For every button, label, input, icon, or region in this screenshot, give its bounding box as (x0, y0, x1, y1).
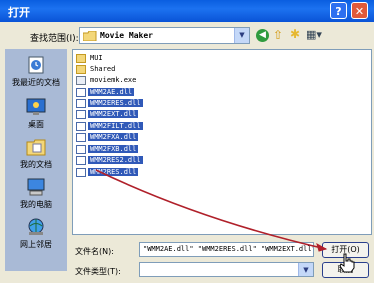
chevron-down-icon[interactable]: ▼ (298, 263, 313, 276)
list-item[interactable]: WMM2RES.dll (76, 167, 139, 178)
file-name: WMM2EXT.dll (88, 110, 139, 118)
file-name: WMM2RES.dll (88, 168, 139, 176)
dll-file-icon (76, 98, 86, 108)
file-name: moviemk.exe (90, 76, 137, 84)
look-in-dropdown[interactable]: Movie Maker ▼ (79, 27, 250, 44)
my-computer-icon (27, 178, 45, 196)
list-item[interactable]: WMM2FXB.dll (76, 144, 139, 155)
place-my-computer[interactable]: 我的电脑 (5, 177, 67, 210)
list-item[interactable]: Shared (76, 64, 117, 75)
place-label: 桌面 (28, 120, 44, 129)
file-list[interactable]: MUI Shared moviemk.exe WMM2AE.dll WMM2ER… (72, 49, 372, 235)
list-item[interactable]: moviemk.exe (76, 75, 138, 86)
list-item[interactable]: WMM2EXT.dll (76, 109, 139, 120)
place-label: 网上邻居 (20, 240, 52, 249)
title-bar[interactable]: 打开 ? ✕ (0, 0, 374, 22)
look-in-label: 查找范围(I): (30, 34, 79, 44)
list-item[interactable]: WMM2RES2.dll (76, 155, 143, 166)
file-name: MUI (90, 54, 103, 62)
back-icon[interactable]: ◀ (256, 29, 269, 42)
file-name: Shared (90, 65, 116, 73)
file-name: WMM2FILT.dll (88, 122, 143, 130)
dialog-title: 打开 (8, 6, 30, 19)
dll-file-icon (76, 109, 86, 119)
list-item[interactable]: WMM2ERES.dll (76, 98, 143, 109)
list-item[interactable]: MUI (76, 53, 105, 64)
file-name-label: 文件名(N): (75, 247, 114, 256)
my-documents-icon (26, 139, 46, 156)
application-icon (76, 75, 86, 85)
file-name: WMM2FXA.dll (88, 133, 139, 141)
place-desktop[interactable]: 桌面 (5, 97, 67, 130)
help-button[interactable]: ? (330, 2, 347, 19)
dll-file-icon (76, 132, 86, 142)
file-name-input[interactable]: "WMM2AE.dll" "WMM2ERES.dll" "WMM2EXT.dll… (139, 242, 314, 257)
file-type-label: 文件类型(T): (75, 267, 121, 276)
dll-file-icon (76, 167, 86, 177)
place-label: 我的电脑 (20, 200, 52, 209)
network-places-icon (28, 218, 44, 235)
views-menu-icon[interactable]: ▦▾ (306, 28, 322, 41)
file-name: WMM2FXB.dll (88, 145, 139, 153)
dll-file-icon (76, 144, 86, 154)
desktop-icon (26, 98, 46, 115)
place-network[interactable]: 网上邻居 (5, 217, 67, 250)
close-button[interactable]: ✕ (351, 2, 368, 19)
open-file-dialog: 打开 ? ✕ 查找范围(I): Movie Maker ▼ ◀ ⇧ ✱ ▦▾ 我… (0, 0, 374, 283)
folder-icon (83, 31, 97, 41)
hand-cursor-icon (339, 253, 355, 273)
up-folder-icon[interactable]: ⇧ (273, 28, 283, 42)
folder-icon (76, 53, 86, 63)
file-name: WMM2AE.dll (88, 88, 135, 96)
list-item[interactable]: WMM2AE.dll (76, 87, 135, 98)
place-label: 我的文档 (20, 160, 52, 169)
list-item[interactable]: WMM2FXA.dll (76, 132, 139, 143)
list-item[interactable]: WMM2FILT.dll (76, 121, 143, 132)
folder-icon (76, 64, 86, 74)
file-name: WMM2RES2.dll (88, 156, 143, 164)
place-my-documents[interactable]: 我的文档 (5, 137, 67, 170)
recent-documents-icon (28, 56, 44, 74)
dll-file-icon (76, 87, 86, 97)
dll-file-icon (76, 121, 86, 131)
dll-file-icon (76, 155, 86, 165)
new-folder-icon[interactable]: ✱ (290, 27, 300, 41)
place-label: 我最近的文档 (12, 78, 60, 87)
file-type-dropdown[interactable]: ▼ (139, 262, 314, 277)
places-bar: 我最近的文档 桌面 我的文档 我的电脑 网上邻居 (5, 49, 67, 271)
file-name: WMM2ERES.dll (88, 99, 143, 107)
place-recent-documents[interactable]: 我最近的文档 (5, 55, 67, 88)
look-in-value: Movie Maker (100, 31, 153, 40)
chevron-down-icon[interactable]: ▼ (234, 28, 249, 43)
